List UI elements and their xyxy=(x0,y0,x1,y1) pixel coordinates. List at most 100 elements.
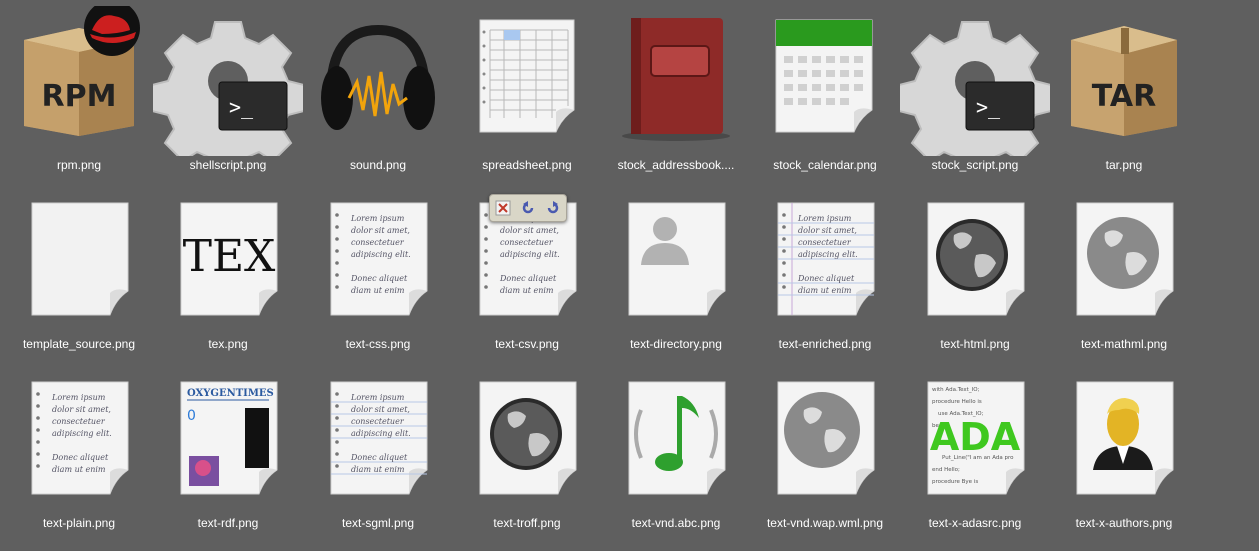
icon-text-enriched[interactable]: Lorem ipsum dolor sit amet, consectetuer… xyxy=(750,185,900,365)
icon-template-source[interactable]: template_source.png xyxy=(4,185,154,365)
icon-spreadsheet[interactable]: spreadsheet.png xyxy=(452,6,602,186)
icon-text-html[interactable]: text-html.png xyxy=(900,185,1050,365)
icon-stock-script[interactable]: >_ stock_script.png xyxy=(900,6,1050,186)
file-name: text-directory.png xyxy=(630,337,722,351)
svg-text:OXYGENTIMES: OXYGENTIMES xyxy=(187,388,274,399)
svg-text:adipiscing elit.: adipiscing elit. xyxy=(798,250,858,259)
music-note-icon xyxy=(628,381,726,495)
svg-text:dolor sit amet,: dolor sit amet, xyxy=(351,405,410,414)
icon-text-sgml[interactable]: Lorem ipsum dolor sit amet, consectetuer… xyxy=(303,364,453,544)
icon-text-troff[interactable]: text-troff.png xyxy=(452,364,602,544)
icon-stock-calendar[interactable]: stock_calendar.png xyxy=(750,6,900,186)
svg-text:RPM: RPM xyxy=(42,79,117,114)
svg-text:diam ut enim: diam ut enim xyxy=(52,465,106,474)
file-name: tar.png xyxy=(1105,158,1143,172)
icon-text-plain[interactable]: Lorem ipsum dolor sit amet, consectetuer… xyxy=(4,364,154,544)
rotate-left-icon[interactable] xyxy=(520,200,536,216)
file-name: text-sgml.png xyxy=(341,516,415,530)
svg-text:consectetuer: consectetuer xyxy=(351,417,405,426)
file-name: text-vnd.abc.png xyxy=(631,516,721,530)
file-name: stock_script.png xyxy=(931,158,1019,172)
script-gear-icon: >_ xyxy=(900,21,1050,156)
svg-text:diam ut enim: diam ut enim xyxy=(798,286,852,295)
rpm-package-icon: RPM xyxy=(24,6,140,136)
svg-text:dolor sit amet,: dolor sit amet, xyxy=(798,226,857,235)
fullscreen-icon[interactable] xyxy=(495,200,511,216)
headphones-icon xyxy=(321,24,435,130)
file-name: text-mathml.png xyxy=(1080,337,1168,351)
svg-text:Lorem ipsum: Lorem ipsum xyxy=(350,393,405,402)
file-name: spreadsheet.png xyxy=(482,158,572,172)
icon-sound[interactable]: sound.png xyxy=(303,6,453,186)
file-name: text-vnd.wap.wml.png xyxy=(766,516,884,530)
icon-text-vnd-wap-wml[interactable]: text-vnd.wap.wml.png xyxy=(750,364,900,544)
icon-text-css[interactable]: Lorem ipsum dolor sit amet, consectetuer… xyxy=(303,185,453,365)
file-name: text-x-adasrc.png xyxy=(928,516,1022,530)
icon-text-rdf[interactable]: OXYGENTIMES 0 text-rdf.png xyxy=(153,364,303,544)
svg-text:consectetuer: consectetuer xyxy=(52,417,106,426)
svg-text:diam ut enim: diam ut enim xyxy=(500,286,554,295)
tar-package-icon: TAR xyxy=(1071,26,1177,136)
svg-text:adipiscing elit.: adipiscing elit. xyxy=(351,250,411,259)
svg-text:consectetuer: consectetuer xyxy=(500,238,554,247)
author-person-icon xyxy=(1076,381,1174,495)
ada-source-icon: with Ada.Text_IO; procedure Hello is use… xyxy=(927,381,1025,495)
svg-text:with Ada.Text_IO;: with Ada.Text_IO; xyxy=(932,387,980,393)
tex-document-icon: TEX xyxy=(180,202,278,316)
svg-text:dolor sit amet,: dolor sit amet, xyxy=(351,226,410,235)
svg-text:Donec aliquet: Donec aliquet xyxy=(797,274,855,283)
svg-text:procedure Bye is: procedure Bye is xyxy=(932,479,978,485)
svg-text:Donec aliquet: Donec aliquet xyxy=(350,453,408,462)
file-name: text-rdf.png xyxy=(197,516,259,530)
blank-page-icon xyxy=(31,202,129,316)
svg-text:procedure Hello is: procedure Hello is xyxy=(932,399,982,405)
icon-text-x-adasrc[interactable]: with Ada.Text_IO; procedure Hello is use… xyxy=(900,364,1050,544)
file-name: text-csv.png xyxy=(495,337,559,351)
icon-tar[interactable]: TAR tar.png xyxy=(1049,6,1199,186)
icon-tex[interactable]: TEX tex.png xyxy=(153,185,303,365)
file-name: text-css.png xyxy=(345,337,411,351)
globe-document-icon xyxy=(479,381,577,495)
file-name: rpm.png xyxy=(56,158,102,172)
svg-text:ADA: ADA xyxy=(930,415,1021,459)
globe-document-icon xyxy=(777,381,875,495)
file-name: text-plain.png xyxy=(42,516,116,530)
svg-text:adipiscing elit.: adipiscing elit. xyxy=(351,429,411,438)
icon-rpm[interactable]: RPM rpm.png xyxy=(4,6,154,186)
lined-notepad-icon: Lorem ipsum dolor sit amet, consectetuer… xyxy=(777,202,875,316)
notepad-icon: Lorem ipsum dolor sit amet, consectetuer… xyxy=(31,381,129,495)
file-name: text-troff.png xyxy=(493,516,561,530)
file-name: text-enriched.png xyxy=(778,337,872,351)
svg-text:>_: >_ xyxy=(976,95,1001,119)
file-name: sound.png xyxy=(349,158,407,172)
preview-toolbar[interactable] xyxy=(489,194,567,222)
svg-text:diam ut enim: diam ut enim xyxy=(351,286,405,295)
file-name: stock_addressbook.... xyxy=(617,158,735,172)
svg-text:Lorem ipsum: Lorem ipsum xyxy=(350,214,405,223)
icon-text-x-authors[interactable]: text-x-authors.png xyxy=(1049,364,1199,544)
icon-shellscript[interactable]: >_ shellscript.png xyxy=(153,6,303,186)
shellscript-gear-icon: >_ xyxy=(153,21,303,156)
svg-text:Donec aliquet: Donec aliquet xyxy=(499,274,557,283)
notepad-icon: Lorem ipsum dolor sit amet, consectetuer… xyxy=(330,381,428,495)
svg-text:Donec aliquet: Donec aliquet xyxy=(51,453,109,462)
svg-text:>_: >_ xyxy=(229,95,254,119)
icon-stock-addressbook[interactable]: stock_addressbook.... xyxy=(601,6,751,186)
svg-text:end Hello;: end Hello; xyxy=(932,467,960,473)
svg-text:adipiscing elit.: adipiscing elit. xyxy=(500,250,560,259)
icon-text-directory[interactable]: text-directory.png xyxy=(601,185,751,365)
svg-text:0: 0 xyxy=(187,408,196,424)
svg-text:consectetuer: consectetuer xyxy=(798,238,852,247)
svg-text:adipiscing elit.: adipiscing elit. xyxy=(52,429,112,438)
svg-text:diam ut enim: diam ut enim xyxy=(351,465,405,474)
icon-text-vnd-abc[interactable]: text-vnd.abc.png xyxy=(601,364,751,544)
notepad-icon: Lorem ipsum dolor sit amet, consectetuer… xyxy=(330,202,428,316)
file-name: stock_calendar.png xyxy=(773,158,877,172)
file-name: shellscript.png xyxy=(189,158,267,172)
svg-text:TAR: TAR xyxy=(1092,79,1156,114)
svg-text:TEX: TEX xyxy=(183,231,276,282)
rotate-right-icon[interactable] xyxy=(545,200,561,216)
svg-text:Lorem ipsum: Lorem ipsum xyxy=(51,393,106,402)
icon-text-mathml[interactable]: text-mathml.png xyxy=(1049,185,1199,365)
calendar-icon xyxy=(775,19,873,133)
